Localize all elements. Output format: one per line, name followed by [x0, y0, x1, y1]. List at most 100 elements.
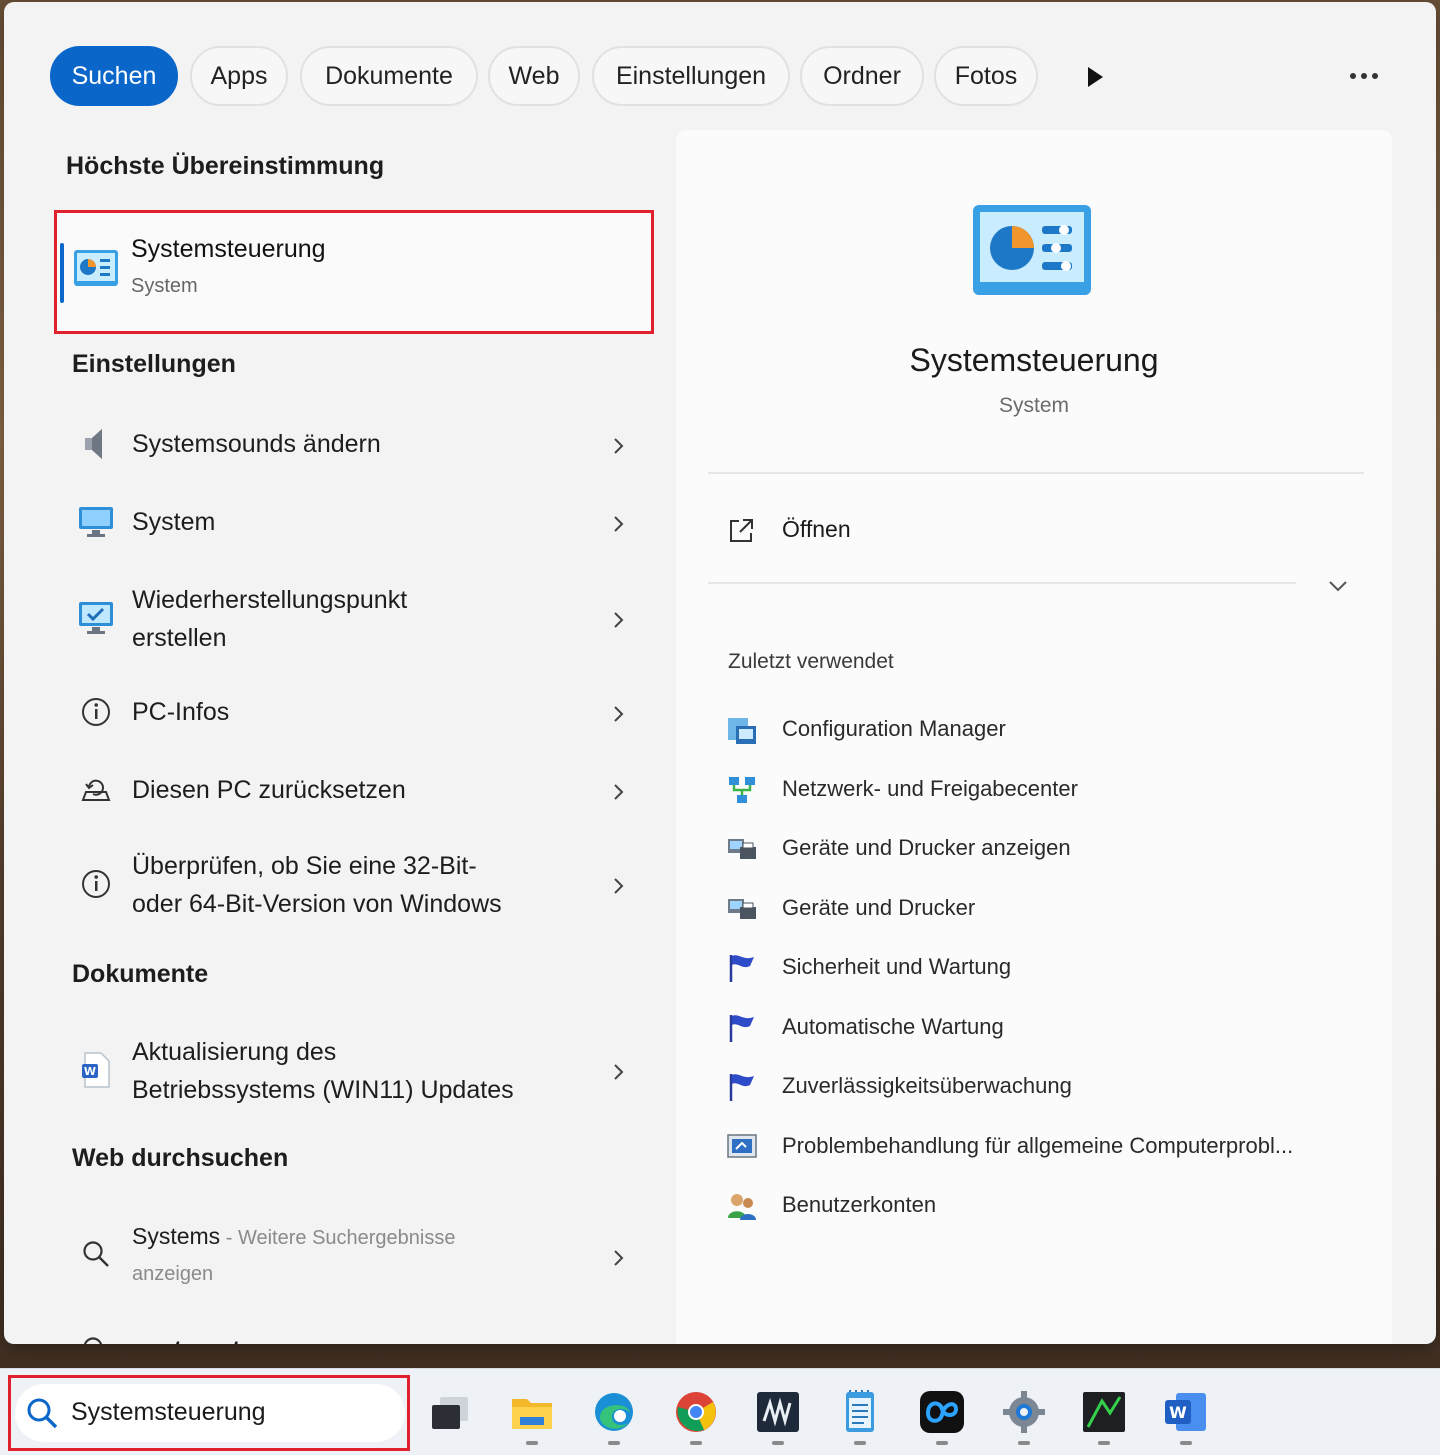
- search-input[interactable]: Systemsteuerung: [15, 1384, 405, 1442]
- reset-pc-icon: [76, 770, 116, 810]
- chevron-right-icon: [606, 1060, 630, 1084]
- web-result-item[interactable]: Systems - Weitere Suchergebnisse anzeige…: [60, 1218, 650, 1298]
- settings-item-reset-pc[interactable]: Diesen PC zurücksetzen: [60, 768, 650, 812]
- running-indicator: [854, 1441, 866, 1445]
- web-hint: - Weitere Suchergebnisse: [220, 1227, 456, 1249]
- filter-suchen[interactable]: Suchen: [50, 46, 178, 106]
- recent-item[interactable]: Zuverlässigkeitsüberwachung: [726, 1065, 1346, 1109]
- settings-item-system[interactable]: System: [60, 500, 650, 544]
- document-item[interactable]: W Aktualisierung des Betriebssystems (WI…: [60, 1032, 650, 1112]
- control-panel-icon: [972, 204, 1092, 296]
- taskbar: Systemsteuerung W: [0, 1368, 1440, 1455]
- recent-item[interactable]: Sicherheit und Wartung: [726, 946, 1346, 990]
- settings-item-label-line2: erstellen: [132, 624, 227, 652]
- open-button[interactable]: Öffnen: [726, 510, 1326, 554]
- filter-fotos[interactable]: Fotos: [934, 46, 1038, 106]
- filter-web[interactable]: Web: [488, 46, 580, 106]
- web-result-item-2[interactable]: systemsteuerung: [60, 1328, 650, 1344]
- recent-item-label: Automatische Wartung: [782, 1014, 1004, 1039]
- settings-item-restore-point[interactable]: Wiederherstellungspunkt erstellen: [60, 580, 650, 660]
- terminal-green-icon[interactable]: [1080, 1387, 1128, 1445]
- chevron-right-icon: [606, 702, 630, 726]
- svg-text:W: W: [1169, 1403, 1187, 1422]
- restore-monitor-icon: [76, 598, 116, 638]
- open-external-icon: [726, 516, 756, 546]
- best-match-item[interactable]: Systemsteuerung System: [54, 210, 654, 334]
- recent-item[interactable]: Problembehandlung für allgemeine Compute…: [726, 1125, 1346, 1169]
- open-label: Öffnen: [782, 516, 851, 542]
- search-icon: [76, 1234, 116, 1274]
- recent-item[interactable]: Geräte und Drucker: [726, 887, 1346, 931]
- edge-icon[interactable]: [590, 1387, 638, 1445]
- recent-item-label: Zuverlässigkeitsüberwachung: [782, 1073, 1072, 1098]
- recent-item-label: Benutzerkonten: [782, 1192, 937, 1217]
- play-icon[interactable]: [1080, 60, 1110, 94]
- recent-item-label: Problembehandlung für allgemeine Compute…: [782, 1133, 1294, 1158]
- filter-bar: Suchen Apps Dokumente Web Einstellungen …: [4, 2, 1436, 142]
- chevron-right-icon: [606, 512, 630, 536]
- recent-item-label: Configuration Manager: [782, 716, 1006, 741]
- section-settings: Einstellungen: [72, 350, 236, 378]
- selection-accent: [60, 243, 64, 303]
- network-icon: [726, 774, 758, 806]
- terminal-app-icon[interactable]: [754, 1387, 802, 1445]
- taskbar-search[interactable]: Systemsteuerung: [8, 1375, 410, 1451]
- chevron-right-icon: [606, 1246, 630, 1270]
- web-hint-line2: anzeigen: [132, 1263, 214, 1285]
- settings-gear-icon[interactable]: [1000, 1387, 1048, 1445]
- recent-item[interactable]: Automatische Wartung: [726, 1006, 1346, 1050]
- running-indicator: [772, 1441, 784, 1445]
- settings-item-label: System: [132, 508, 216, 536]
- flag-icon: [726, 952, 758, 984]
- document-item-label: Aktualisierung des: [132, 1038, 337, 1066]
- filter-ordner[interactable]: Ordner: [800, 46, 924, 106]
- chrome-icon[interactable]: [672, 1387, 720, 1445]
- configuration-manager-icon: [726, 714, 758, 746]
- filter-dokumente[interactable]: Dokumente: [300, 46, 478, 106]
- settings-item-label: Systemsounds ändern: [132, 430, 381, 458]
- chevron-right-icon: [606, 874, 630, 898]
- chevron-right-icon: [606, 434, 630, 458]
- info-icon: [76, 864, 116, 904]
- settings-item-sounds[interactable]: Systemsounds ändern: [60, 422, 650, 466]
- web-query: Systems: [132, 1223, 221, 1249]
- preview-title: Systemsteuerung: [909, 342, 1159, 378]
- recent-item[interactable]: Netzwerk- und Freigabecenter: [726, 768, 1346, 812]
- preview-pane: Systemsteuerung System Öffnen Zuletzt ve…: [676, 130, 1392, 1344]
- task-view-icon[interactable]: [426, 1387, 474, 1437]
- file-explorer-icon[interactable]: [508, 1387, 556, 1445]
- monitor-icon: [76, 502, 116, 542]
- ellipsis-icon[interactable]: [1342, 58, 1386, 94]
- chevron-down-icon[interactable]: [1324, 572, 1352, 600]
- word-document-icon: W: [76, 1050, 116, 1090]
- filter-apps[interactable]: Apps: [190, 46, 288, 106]
- search-icon: [25, 1396, 59, 1430]
- running-indicator: [526, 1441, 538, 1445]
- web-query: systemsteuerung: [132, 1332, 339, 1344]
- settings-item-pc-info[interactable]: PC-Infos: [60, 690, 650, 734]
- copilot-icon[interactable]: [918, 1387, 966, 1445]
- results-list: Höchste Übereinstimmung Systemsteuerung …: [4, 132, 672, 1344]
- recent-item[interactable]: Benutzerkonten: [726, 1184, 1346, 1228]
- recent-item-label: Sicherheit und Wartung: [782, 954, 1012, 979]
- search-input-value: Systemsteuerung: [71, 1398, 266, 1426]
- chevron-right-icon: [606, 780, 630, 804]
- section-best-match: Höchste Übereinstimmung: [66, 152, 385, 180]
- notepad-icon[interactable]: [836, 1387, 884, 1445]
- document-item-label-line2: Betriebssystems (WIN11) Updates: [132, 1076, 514, 1104]
- filter-einstellungen[interactable]: Einstellungen: [592, 46, 790, 106]
- settings-item-label: Wiederherstellungspunkt: [132, 586, 408, 614]
- printer-icon: [726, 893, 758, 925]
- word-icon[interactable]: W: [1162, 1387, 1210, 1445]
- running-indicator: [1098, 1441, 1110, 1445]
- flag-icon: [726, 1071, 758, 1103]
- printer-icon: [726, 833, 758, 865]
- settings-item-label: Überprüfen, ob Sie eine 32-Bit-: [132, 852, 477, 880]
- settings-item-label: Diesen PC zurücksetzen: [132, 776, 406, 804]
- recent-item[interactable]: Geräte und Drucker anzeigen: [726, 827, 1346, 871]
- settings-item-bit-version[interactable]: Überprüfen, ob Sie eine 32-Bit- oder 64-…: [60, 846, 650, 926]
- recent-item[interactable]: Configuration Manager: [726, 708, 1346, 752]
- info-icon: [76, 692, 116, 732]
- preview-subtitle: System: [998, 394, 1069, 417]
- settings-item-label-line2: oder 64-Bit-Version von Windows: [132, 890, 502, 918]
